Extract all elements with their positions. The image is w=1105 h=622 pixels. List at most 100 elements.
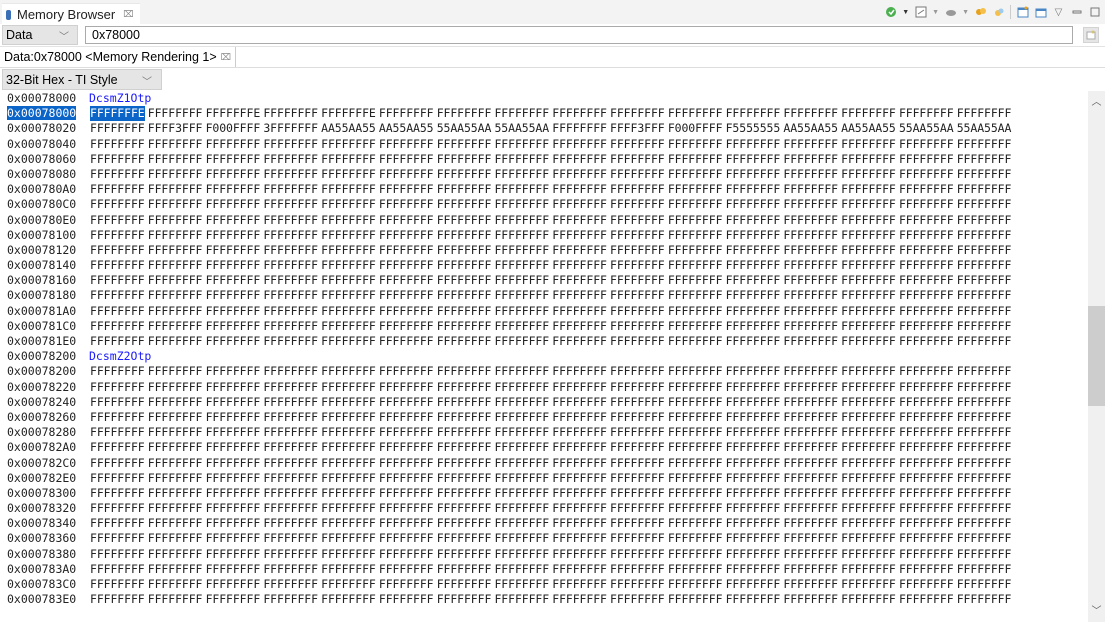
- memory-cell[interactable]: FFFFFFFF: [783, 547, 838, 562]
- memory-cell[interactable]: FFFFFFFF: [957, 592, 1012, 607]
- memory-cell[interactable]: FFFFFFFF: [206, 304, 261, 319]
- memory-cell[interactable]: FFFFFFFF: [206, 334, 261, 349]
- memory-cell[interactable]: FFFFFFFF: [494, 531, 549, 546]
- memory-cell[interactable]: FFFFFFFF: [841, 258, 896, 273]
- memory-cell[interactable]: FFFFFFFF: [321, 456, 376, 471]
- memory-cell[interactable]: FFFFFFFF: [494, 592, 549, 607]
- memory-cell[interactable]: FFFFFFFF: [206, 182, 261, 197]
- row-address[interactable]: 0x000781A0: [7, 304, 89, 319]
- memory-cell[interactable]: FFFFFFFF: [263, 410, 318, 425]
- memory-cell[interactable]: FFFFFFFF: [494, 243, 549, 258]
- memory-cell[interactable]: FFFFFFFF: [783, 258, 838, 273]
- memory-cell[interactable]: FFFFFFFF: [148, 243, 203, 258]
- address-input[interactable]: 0x78000: [85, 26, 1073, 44]
- memory-cell[interactable]: FFFFFFFF: [321, 516, 376, 531]
- memory-cell[interactable]: FFFFFFFF: [263, 243, 318, 258]
- memory-cell[interactable]: FFFFFFFF: [494, 547, 549, 562]
- memory-cell[interactable]: FFFFFFFF: [494, 471, 549, 486]
- memory-cell[interactable]: FFFFFFFF: [552, 182, 607, 197]
- memory-cell[interactable]: FFFFFFFF: [379, 182, 434, 197]
- memory-cell[interactable]: FFFFFFFF: [321, 501, 376, 516]
- memory-cell[interactable]: FFFFFFFF: [90, 471, 145, 486]
- memory-cell[interactable]: FFFFFFFF: [148, 592, 203, 607]
- memory-cell[interactable]: FFFFFFFF: [668, 152, 723, 167]
- memory-cell[interactable]: FFFFFFFF: [899, 562, 954, 577]
- memory-cell[interactable]: FFFFFFFF: [321, 410, 376, 425]
- memory-cell[interactable]: FFFFFFFF: [783, 152, 838, 167]
- memory-cell[interactable]: FFFFFFFF: [668, 486, 723, 501]
- new-tab-icon[interactable]: [1016, 6, 1029, 19]
- memory-cell[interactable]: FFFFFFFF: [668, 471, 723, 486]
- memory-cell[interactable]: FFFFFFFF: [206, 364, 261, 379]
- memory-cell[interactable]: FFFFFFFF: [148, 456, 203, 471]
- close-icon[interactable]: ⌧: [123, 9, 133, 20]
- memory-cell[interactable]: FFFFFFFF: [263, 213, 318, 228]
- memory-cell[interactable]: FFFFFFFF: [783, 334, 838, 349]
- memory-cell[interactable]: FFFFFFFF: [437, 380, 492, 395]
- row-address[interactable]: 0x000781E0: [7, 334, 89, 349]
- memory-cell[interactable]: FFFFFFFF: [321, 182, 376, 197]
- memory-cell[interactable]: FFFFFFFF: [668, 364, 723, 379]
- memory-cell[interactable]: FFFFFFFF: [90, 182, 145, 197]
- memory-cell[interactable]: FFFF3FFF: [148, 121, 203, 136]
- memory-cell[interactable]: FFFFFFFF: [90, 364, 145, 379]
- memory-cell[interactable]: FFFFFFFF: [437, 106, 492, 121]
- memory-cell[interactable]: FFFFFFFF: [379, 592, 434, 607]
- memory-cell[interactable]: FFFFFFFF: [957, 243, 1012, 258]
- memory-cell[interactable]: FFFFFFFF: [610, 152, 665, 167]
- memory-cell[interactable]: FFFFFFFF: [783, 395, 838, 410]
- memory-cell[interactable]: FFFFFFFF: [841, 167, 896, 182]
- memory-cell[interactable]: FFFFFFFF: [494, 425, 549, 440]
- memory-cell[interactable]: FFFFFFFF: [552, 197, 607, 212]
- memory-cell[interactable]: FFFFFFFF: [610, 364, 665, 379]
- memory-cell[interactable]: FFFFFFFF: [437, 471, 492, 486]
- memory-cell[interactable]: 55AA55AA: [494, 121, 549, 136]
- memory-cell[interactable]: FFFFFFFF: [957, 380, 1012, 395]
- close-icon[interactable]: ⌧: [221, 52, 231, 63]
- memory-cell[interactable]: FFFFFFFF: [321, 167, 376, 182]
- memory-cell[interactable]: FFFFFFFF: [437, 334, 492, 349]
- memory-cell[interactable]: FFFFFFFF: [783, 106, 838, 121]
- row-address[interactable]: 0x00078300: [7, 486, 89, 501]
- memory-cell[interactable]: FFFFFFFF: [90, 456, 145, 471]
- memory-cell[interactable]: FFFFFFFF: [610, 395, 665, 410]
- connect-icon[interactable]: [944, 6, 957, 19]
- memory-cell[interactable]: FFFFFFFF: [148, 106, 203, 121]
- memory-cell[interactable]: FFFFFFFF: [841, 152, 896, 167]
- memory-cell[interactable]: FFFFFFFF: [783, 228, 838, 243]
- memory-cell[interactable]: FFFFFFFF: [90, 334, 145, 349]
- memory-cell[interactable]: FFFFFFFF: [90, 547, 145, 562]
- memory-cell[interactable]: FFFFFFFF: [148, 577, 203, 592]
- row-address[interactable]: 0x000780A0: [7, 182, 89, 197]
- memory-cell[interactable]: FFFFFFFF: [321, 243, 376, 258]
- memory-cell[interactable]: FFFFFFFF: [726, 395, 781, 410]
- memory-cell[interactable]: FFFFFFFF: [841, 516, 896, 531]
- memory-cell[interactable]: FFFFFFFF: [494, 304, 549, 319]
- memory-cell[interactable]: FFFFFFFF: [90, 319, 145, 334]
- memory-cell[interactable]: FFFFFFFF: [90, 197, 145, 212]
- memory-cell[interactable]: FFFFFFFF: [437, 440, 492, 455]
- memory-cell[interactable]: FFFFFFFF: [321, 486, 376, 501]
- memory-cell[interactable]: FFFFFFFF: [437, 288, 492, 303]
- memory-cell[interactable]: FFFFFFFF: [552, 471, 607, 486]
- memory-cell[interactable]: 55AA55AA: [437, 121, 492, 136]
- memory-cell[interactable]: FFFFFFFF: [668, 380, 723, 395]
- memory-cell[interactable]: FFFFFFFF: [841, 592, 896, 607]
- memory-cell[interactable]: FFFFFFFF: [783, 410, 838, 425]
- row-address[interactable]: 0x00078040: [7, 137, 89, 152]
- memory-cell[interactable]: FFFFFFFF: [494, 182, 549, 197]
- memory-cell[interactable]: FFFFFFFF: [148, 288, 203, 303]
- memory-cell[interactable]: FFFFFFFE: [90, 106, 145, 122]
- memory-cell[interactable]: F000FFFF: [206, 121, 261, 136]
- new-memory-tab-button[interactable]: [1083, 27, 1099, 43]
- memory-cell[interactable]: FFFFFFFF: [90, 137, 145, 152]
- memory-cell[interactable]: FFFFFFFF: [494, 288, 549, 303]
- memory-cell[interactable]: FFFFFFFF: [899, 213, 954, 228]
- memory-cell[interactable]: FFFFFFFF: [90, 288, 145, 303]
- memory-cell[interactable]: FFFFFFFF: [206, 167, 261, 182]
- memory-cell[interactable]: FFFFFFFF: [379, 334, 434, 349]
- memory-cell[interactable]: FFFFFFFF: [494, 319, 549, 334]
- memory-cell[interactable]: FFFFFFFF: [494, 273, 549, 288]
- memory-cell[interactable]: FFFFFFFF: [552, 440, 607, 455]
- memory-cell[interactable]: FFFFFFFF: [379, 243, 434, 258]
